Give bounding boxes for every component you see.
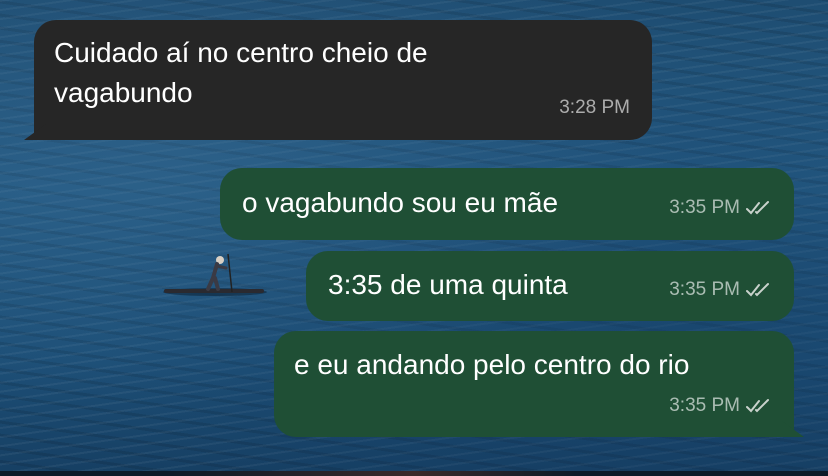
message-text: e eu andando pelo centro do rio [294, 349, 690, 380]
message-time: 3:28 PM [559, 97, 630, 118]
message-text: o vagabundo sou eu mãe [242, 187, 559, 218]
double-check-icon [746, 201, 769, 215]
message-bubble-outgoing[interactable]: 3:35 de uma quinta 3:35 PM [306, 251, 794, 321]
message-time: 3:35 PM [669, 188, 772, 228]
message-time: 3:35 PM [669, 270, 772, 310]
message-text: 3:35 de uma quinta [328, 269, 568, 300]
message-bubble-outgoing[interactable]: e eu andando pelo centro do rio 3:35 PM [274, 331, 804, 437]
double-check-icon [746, 283, 769, 297]
message-text: Cuidado aí no centro cheio de vagabundo [54, 37, 428, 108]
message-bubble-outgoing[interactable]: o vagabundo sou eu mãe 3:35 PM [220, 168, 794, 240]
paddleboarder-image [163, 253, 267, 296]
message-bubble-incoming[interactable]: Cuidado aí no centro cheio de vagabundo … [24, 20, 652, 140]
bottom-edge [0, 471, 828, 476]
message-time: 3:35 PM [669, 386, 772, 426]
double-check-icon [746, 399, 769, 413]
